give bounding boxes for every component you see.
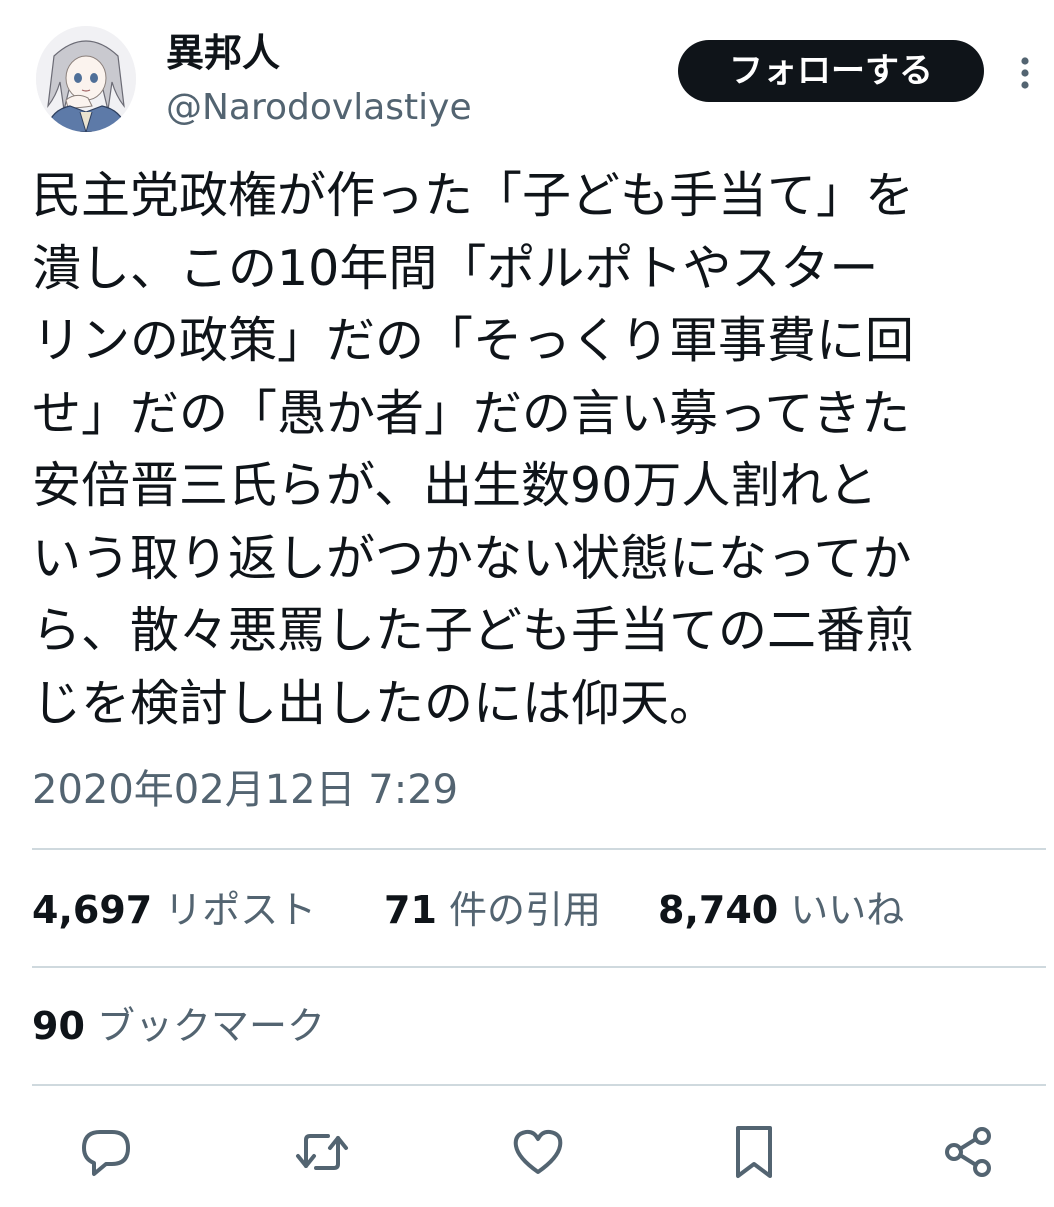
likes-stat[interactable]: 8,740 いいね	[658, 880, 904, 940]
reply-button[interactable]	[76, 1122, 136, 1182]
like-button[interactable]	[508, 1122, 568, 1182]
bookmarks-label: ブックマーク	[96, 1004, 325, 1048]
repost-button[interactable]	[292, 1122, 352, 1182]
divider	[32, 1084, 1046, 1086]
bookmark-button[interactable]	[724, 1122, 784, 1182]
bookmarks-stat[interactable]: 90 ブックマーク	[32, 996, 325, 1056]
more-options-button[interactable]	[1008, 50, 1042, 96]
tweet-header: 異邦人 @Narodovlastiye フォローする	[0, 0, 1054, 150]
likes-count: 8,740	[658, 888, 779, 932]
tweet-text-line: 安倍晋三氏らが、出生数90万人割れと	[32, 457, 878, 514]
share-icon	[945, 1127, 991, 1177]
divider	[32, 848, 1046, 850]
reposts-count: 4,697	[32, 888, 153, 932]
reply-icon	[82, 1130, 130, 1176]
tweet-text-line: じを検討し出したのには仰天。	[32, 674, 719, 732]
bookmark-icon	[736, 1126, 772, 1178]
likes-label: いいね	[790, 888, 905, 932]
reposts-stat[interactable]: 4,697 リポスト	[32, 880, 316, 940]
quotes-label: 件の引用	[448, 888, 601, 932]
tweet-text-line: 潰し、この10年間「ポルポトやスター	[32, 239, 879, 297]
tweet-text-line: せ」だの「愚か者」だの言い募ってきた	[32, 384, 911, 442]
quotes-count: 71	[384, 888, 437, 932]
tweet-timestamp[interactable]: 2020年02月12日 7:29	[32, 762, 458, 818]
quotes-stat[interactable]: 71 件の引用	[384, 880, 601, 940]
display-name[interactable]: 異邦人	[166, 30, 280, 76]
divider	[32, 966, 1046, 968]
more-vertical-icon	[1021, 57, 1029, 89]
reposts-label: リポスト	[164, 888, 317, 932]
bookmarks-count: 90	[32, 1004, 85, 1048]
tweet-text-line: リンの政策」だの「そっくり軍事費に回	[32, 312, 915, 369]
repost-icon	[296, 1134, 348, 1170]
user-handle[interactable]: @Narodovlastiye	[166, 86, 472, 130]
avatar-illustration-icon	[36, 26, 136, 132]
tweet-text: 民主党政権が作った「子ども手当て」を 潰し、この10年間「ポルポトやスター リン…	[32, 160, 1032, 740]
tweet-text-line: ら、散々悪罵した子ども手当ての二番煎	[32, 602, 915, 659]
follow-button[interactable]: フォローする	[678, 40, 984, 102]
tweet-text-line: 民主党政権が作った「子ども手当て」を	[32, 167, 915, 224]
tweet-text-line: いう取り返しがつかない状態になってか	[32, 529, 912, 587]
heart-icon	[513, 1129, 563, 1174]
avatar[interactable]	[36, 26, 136, 132]
share-button[interactable]	[938, 1122, 998, 1182]
